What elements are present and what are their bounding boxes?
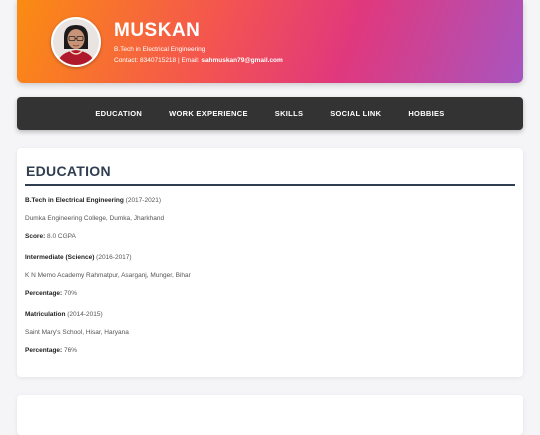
education-degree-line: Matriculation (2014-2015) xyxy=(25,311,103,318)
nav-link-work-experience[interactable]: WORK EXPERIENCE xyxy=(169,109,248,118)
education-score-value: 70% xyxy=(62,290,78,297)
education-degree: B.Tech in Electrical Engineering xyxy=(25,197,124,204)
education-institution: Dumka Engineering College, Dumka, Jharkh… xyxy=(25,215,165,222)
education-section: EDUCATION B.Tech in Electrical Engineeri… xyxy=(17,148,523,377)
education-degree: Intermediate (Science) xyxy=(25,254,95,261)
education-score-value: 76% xyxy=(62,347,78,354)
profile-name: MUSKAN xyxy=(114,20,201,41)
education-years: (2014-2015) xyxy=(65,311,103,318)
education-score-label: Percentage: xyxy=(25,290,63,297)
education-degree-line: B.Tech in Electrical Engineering (2017-2… xyxy=(25,197,161,204)
education-score-value: 8.0 CGPA xyxy=(45,233,76,240)
profile-contact: Contact: 8340715218 | Email: sahmuskan79… xyxy=(114,57,283,64)
profile-header: MUSKAN B.Tech in Electrical Engineering … xyxy=(17,0,523,83)
contact-email: sahmuskan79@gmail.com xyxy=(201,57,283,64)
education-score-line: Percentage: 76% xyxy=(25,347,77,354)
education-score-line: Percentage: 70% xyxy=(25,290,77,297)
contact-text: Contact: 8340715218 | Email: xyxy=(114,57,202,64)
nav-link-skills[interactable]: SKILLS xyxy=(275,109,303,118)
profile-degree: B.Tech in Electrical Engineering xyxy=(114,46,206,53)
education-years: (2017-2021) xyxy=(123,197,162,204)
education-score-label: Score: xyxy=(25,233,46,240)
education-institution: Saint Mary's School, Hisar, Haryana xyxy=(25,329,129,336)
avatar xyxy=(51,17,101,67)
section-divider xyxy=(25,184,515,186)
nav-link-education[interactable]: EDUCATION xyxy=(95,109,142,118)
section-title: EDUCATION xyxy=(26,163,111,179)
main-nav: EDUCATION WORK EXPERIENCE SKILLS SOCIAL … xyxy=(17,97,523,130)
nav-link-social-link[interactable]: SOCIAL LINK xyxy=(330,109,381,118)
profile-photo xyxy=(53,19,99,65)
next-section-card xyxy=(17,395,523,435)
education-degree: Matriculation xyxy=(25,311,66,318)
education-years: (2016-2017) xyxy=(94,254,132,261)
nav-link-hobbies[interactable]: HOBBIES xyxy=(408,109,444,118)
education-institution: K N Memo Academy Rahmatpur, Asarganj, Mu… xyxy=(25,272,191,279)
education-score-line: Score: 8.0 CGPA xyxy=(25,233,76,240)
education-score-label: Percentage: xyxy=(25,347,63,354)
education-degree-line: Intermediate (Science) (2016-2017) xyxy=(25,254,132,261)
